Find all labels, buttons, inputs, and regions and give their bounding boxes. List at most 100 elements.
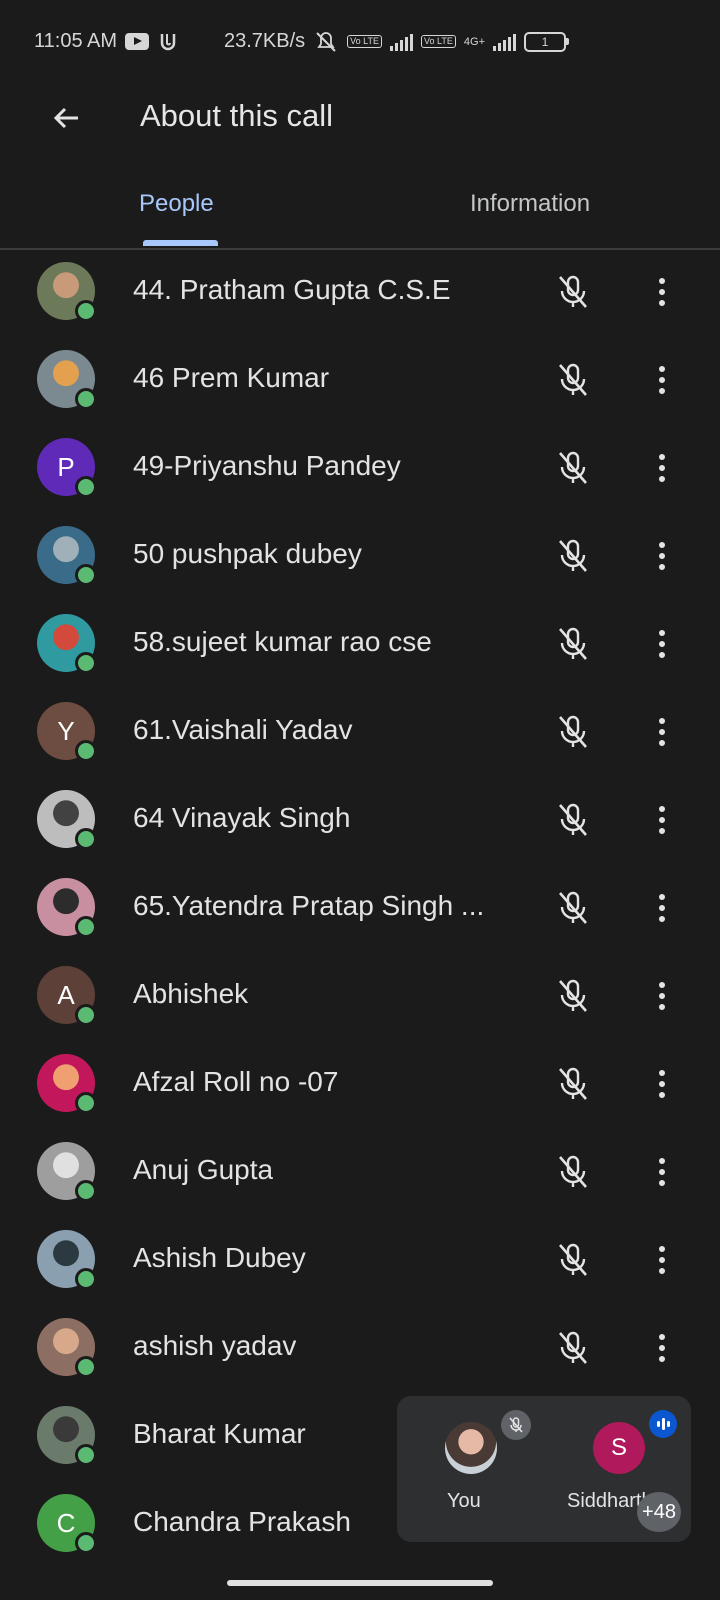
participant-avatar [37,878,97,938]
tab-people[interactable]: People [139,190,214,218]
self-mic-off-icon [501,1410,531,1440]
participant-avatar: Y [37,702,97,762]
participant-avatar [37,1142,97,1202]
muted-bell-icon [316,31,336,52]
self-label: You [447,1490,481,1512]
participant-row[interactable]: Afzal Roll no -07 [0,1040,720,1128]
extra-participants-badge: +48 [637,1492,681,1532]
online-status-dot [75,1268,97,1290]
mic-off-icon [553,1152,593,1192]
more-options-icon[interactable] [648,976,676,1016]
participant-name: 49-Priyanshu Pandey [133,450,401,481]
mic-off-icon [553,888,593,928]
participant-avatar: A [37,966,97,1026]
participant-name: 58.sujeet kumar rao cse [133,626,432,657]
participant-name: Anuj Gupta [133,1154,274,1185]
participant-row[interactable]: 50 pushpak dubey [0,512,720,600]
participant-name: 46 Prem Kumar [133,362,330,393]
more-options-icon[interactable] [648,272,676,312]
participant-row[interactable]: 58.sujeet kumar rao cse [0,600,720,688]
mic-off-icon [553,1064,593,1104]
status-time: 11:05 AM [34,30,118,52]
net-speed: 23.7KB/s [224,30,306,52]
participant-name: 61.Vaishali Yadav [133,714,353,745]
more-options-icon[interactable] [648,712,676,752]
more-options-icon[interactable] [648,536,676,576]
online-status-dot [75,828,97,850]
volte-badge-2: Vo LTE [421,35,456,48]
mic-off-icon [553,360,593,400]
gesture-nav-bar[interactable] [227,1580,493,1586]
online-status-dot [75,476,97,498]
online-status-dot [75,1180,97,1202]
youtube-icon [125,33,150,50]
online-status-dot [75,740,97,762]
participant-name: 65.Yatendra Pratap Singh ... [133,890,485,921]
mic-off-icon [553,536,593,576]
online-status-dot [75,300,97,322]
status-bar: 11:05 AM 23.7KB/s Vo LTE Vo LTE 4G+ 1 [0,0,720,86]
participant-name: Bharat Kumar [133,1418,306,1449]
tab-information[interactable]: Information [470,190,590,218]
mic-off-icon [553,448,593,488]
participant-row[interactable]: Ashish Dubey [0,1216,720,1304]
tab-bar: People Information [0,178,720,250]
more-options-icon[interactable] [648,800,676,840]
app-bar: About this call [0,86,720,146]
participant-avatar [37,526,97,586]
participant-avatar [37,350,97,410]
online-status-dot [75,388,97,410]
participant-avatar [37,790,97,850]
participant-row[interactable]: ashish yadav [0,1304,720,1392]
participant-row[interactable]: 44. Pratham Gupta C.S.E [0,248,720,336]
participant-row[interactable]: A Abhishek [0,952,720,1040]
participant-name: 44. Pratham Gupta C.S.E [133,274,451,305]
participant-row[interactable]: P 49-Priyanshu Pandey [0,424,720,512]
avatar-letter: A [57,979,75,1010]
call-preview-tile[interactable]: You S Siddharth +48 [397,1396,691,1542]
online-status-dot [75,1532,97,1554]
speaking-indicator-icon [649,1410,677,1438]
participant-row[interactable]: 65.Yatendra Pratap Singh ... [0,864,720,952]
mic-off-icon [553,712,593,752]
online-status-dot [75,1356,97,1378]
more-options-icon[interactable] [648,1328,676,1368]
signal-icon-2 [493,33,516,51]
volte-badge: Vo LTE [347,35,383,48]
mic-off-icon [553,976,593,1016]
participant-name: Afzal Roll no -07 [133,1066,339,1097]
speaker-avatar: S [593,1422,645,1474]
more-options-icon[interactable] [648,1064,676,1104]
participant-avatar [37,1054,97,1114]
more-options-icon[interactable] [648,360,676,400]
online-status-dot [75,916,97,938]
participant-avatar: P [37,438,97,498]
participant-name: Abhishek [133,978,249,1009]
more-options-icon[interactable] [648,448,676,488]
online-status-dot [75,564,97,586]
participant-avatar [37,262,97,322]
participant-row[interactable]: 64 Vinayak Singh [0,776,720,864]
avatar-letter: Y [57,715,75,746]
network-type: 4G+ [463,35,485,48]
more-options-icon[interactable] [648,888,676,928]
mic-off-icon [553,272,593,312]
more-options-icon[interactable] [648,1240,676,1280]
online-status-dot [75,1092,97,1114]
self-avatar [445,1422,497,1474]
more-options-icon[interactable] [648,1152,676,1192]
mic-off-icon [553,1240,593,1280]
back-button[interactable] [44,96,88,140]
mic-off-icon [553,1328,593,1368]
participant-row[interactable]: Anuj Gupta [0,1128,720,1216]
participant-name: 50 pushpak dubey [133,538,362,569]
more-options-icon[interactable] [648,624,676,664]
online-status-dot [75,652,97,674]
participant-avatar [37,1230,97,1290]
participant-avatar [37,1318,97,1378]
participant-row[interactable]: Y 61.Vaishali Yadav [0,688,720,776]
participant-name: ashish yadav [133,1330,297,1361]
participant-avatar [37,1406,97,1466]
participant-row[interactable]: 46 Prem Kumar [0,336,720,424]
online-status-dot [75,1444,97,1466]
